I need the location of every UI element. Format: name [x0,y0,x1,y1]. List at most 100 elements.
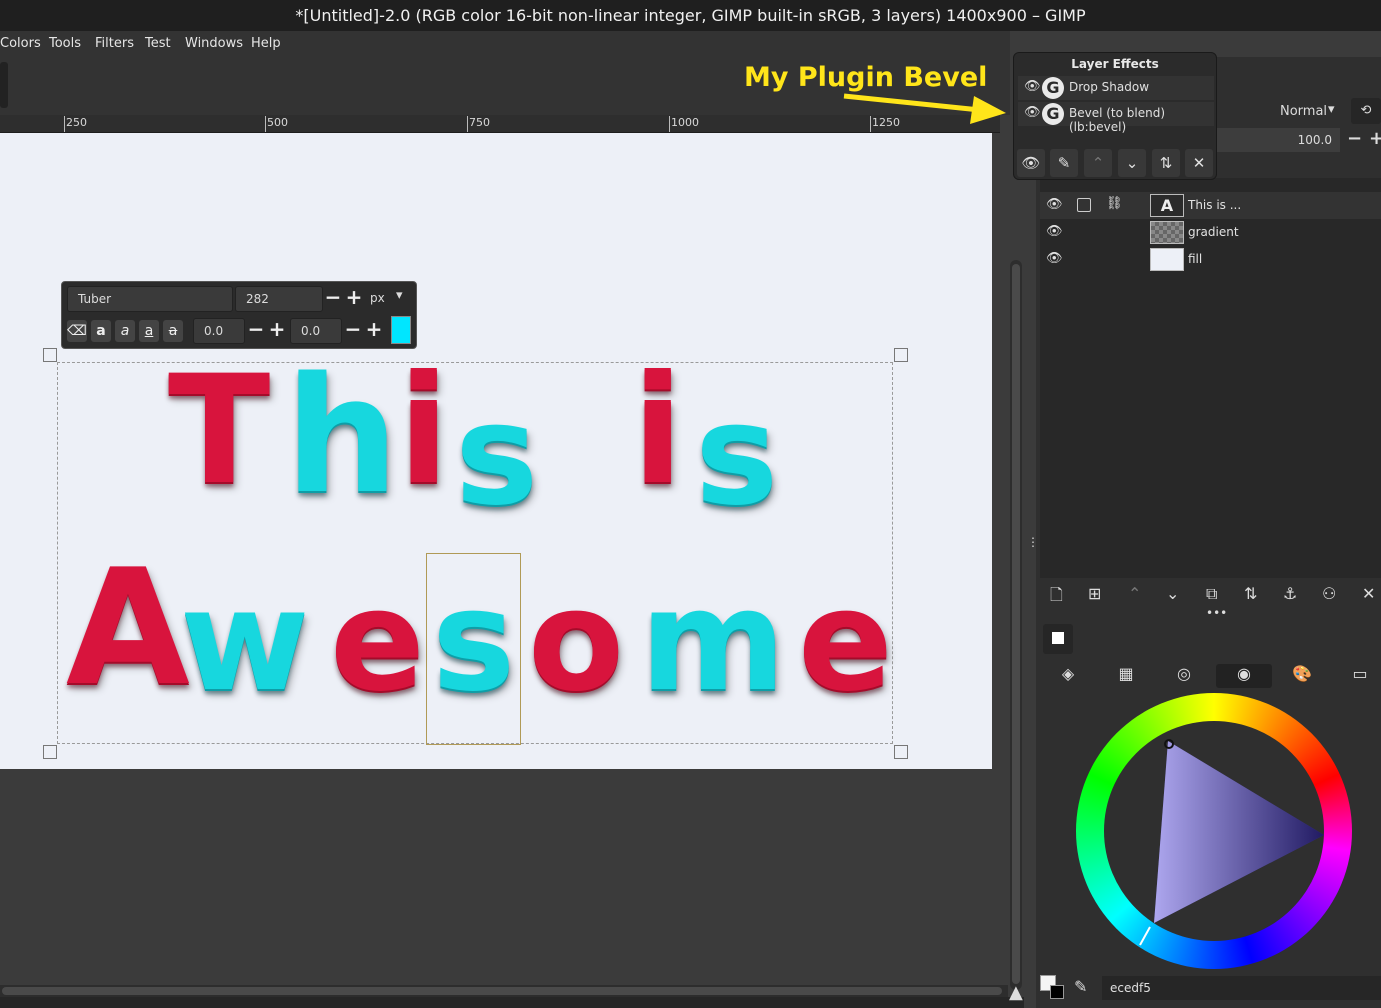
ruler-label: 500 [267,116,288,129]
merge-layer-icon[interactable]: ⇅ [1244,584,1257,603]
menu-help[interactable]: Help [251,36,281,51]
scrollbar-thumb[interactable] [2,987,1002,995]
bold-icon[interactable]: a [91,320,111,342]
horizontal-scrollbar[interactable] [0,985,1008,997]
menu-colors[interactable]: Colors [0,36,41,51]
opacity-field[interactable]: 100.0 [1216,128,1340,152]
menu-test[interactable]: Test [145,36,171,51]
minus-icon[interactable]: − [1347,128,1362,149]
raise-layer-icon[interactable]: ⌃ [1128,584,1141,603]
toggle-effects-icon[interactable]: 👁 [1017,149,1045,177]
dock-separator[interactable]: ⋮ [1024,57,1039,1008]
layer-name[interactable]: fill [1188,252,1202,266]
font-input[interactable]: Tuber [67,286,233,312]
merge-effects-icon[interactable]: ⇅ [1152,149,1180,177]
canvas-letter: s [432,560,520,723]
text-layer-icon: A [1150,194,1184,217]
vertical-scrollbar[interactable] [1010,260,1022,990]
canvas-letter: s [455,374,543,537]
italic-icon[interactable]: a [115,320,135,342]
fg-bg-mini-icon[interactable] [1043,624,1073,654]
navigate-icon[interactable]: ▲ [1009,982,1023,1003]
menu-filters[interactable]: Filters [95,36,134,51]
visibility-eye-icon[interactable]: 👁 [1046,197,1063,212]
layer-mode-select[interactable]: Normal [1280,104,1327,119]
plus-icon[interactable]: + [1369,128,1381,149]
raise-effect-icon[interactable]: ⌃ [1084,149,1112,177]
menu-windows[interactable]: Windows [185,36,243,51]
visibility-eye-icon[interactable]: 👁 [1046,251,1063,266]
unit-label[interactable]: px [370,291,385,305]
effect-row[interactable]: 👁 G Bevel (to blend) (lb:bevel) [1018,102,1214,134]
scales-icon[interactable]: ◎ [1156,664,1212,688]
strikethrough-icon[interactable]: a [163,320,183,342]
ruler-tick [669,116,670,132]
menu-tools[interactable]: Tools [49,36,81,51]
scrollbar-thumb[interactable] [1012,264,1020,984]
palette-icon[interactable]: 🎨 [1274,664,1330,688]
visibility-eye-icon[interactable]: 👁 [1024,105,1041,120]
clear-style-icon[interactable]: ⌫ [67,320,87,342]
layer-thumbnail [1150,221,1184,244]
layer-row[interactable]: 👁 ⛓ A This is ... [1040,192,1381,219]
resize-handle[interactable] [43,348,57,362]
triangle-shade [1154,741,1324,923]
effect-row[interactable]: 👁 G Drop Shadow [1018,76,1214,100]
baseline-input[interactable]: 0.0 [193,318,245,344]
visibility-eye-icon[interactable]: 👁 [1024,79,1041,94]
hex-input[interactable]: ecedf5 [1102,976,1381,1000]
more-icon[interactable]: ••• [1206,606,1227,620]
reset-mode-icon[interactable]: ⟲ [1351,98,1381,124]
effect-name: Drop Shadow [1069,80,1150,94]
gegl-icon: G [1042,77,1064,99]
underline-icon[interactable]: a [139,320,159,342]
new-group-icon[interactable]: ⊞ [1088,584,1101,603]
window-title: *[Untitled]-2.0 (RGB color 16-bit non-li… [0,0,1381,31]
duplicate-layer-icon[interactable]: ⧉ [1206,584,1217,604]
colors-header [1040,622,1381,656]
edit-effect-icon[interactable]: ✎ [1050,149,1078,177]
canvas-letter: A [66,534,194,721]
hue-marker[interactable] [1139,926,1151,946]
link-checkbox[interactable] [1077,198,1091,212]
layer-name[interactable]: This is ... [1188,198,1241,212]
bg-color-swatch[interactable] [1050,985,1064,999]
cmyk-icon[interactable]: ▦ [1098,664,1154,688]
resize-handle[interactable] [43,745,57,759]
minus-icon[interactable]: − [343,318,363,342]
canvas-letter: m [640,560,790,723]
chevron-down-icon[interactable]: ▾ [396,288,403,303]
layer-name[interactable]: gradient [1188,225,1239,239]
new-layer-icon[interactable]: 🗋 [1050,584,1063,611]
gimp-selector-icon[interactable]: ◈ [1040,664,1096,688]
wheel-selector-icon[interactable]: ◉ [1216,664,1272,688]
delete-effect-icon[interactable]: ✕ [1185,149,1213,177]
font-size-input[interactable]: 282 [235,286,323,312]
layer-row[interactable]: 👁 fill [1040,246,1381,273]
plus-icon[interactable]: + [344,286,364,310]
plus-icon[interactable]: + [267,318,287,342]
plus-icon[interactable]: + [364,318,384,342]
layers-list: 👁 ⛓ A This is ... 👁 gradient 👁 fill [1040,178,1381,578]
visibility-eye-icon[interactable]: 👁 [1046,224,1063,239]
anchor-icon[interactable]: ⚓ [1283,584,1297,603]
lower-layer-icon[interactable]: ⌄ [1166,584,1179,603]
color-triangle[interactable] [1076,693,1352,969]
resize-handle[interactable] [894,348,908,362]
color-picker-icon[interactable]: ✎ [1074,977,1087,996]
watercolor-icon[interactable]: ▭ [1332,664,1381,688]
text-color-swatch[interactable] [391,316,411,344]
layer-effects-popup: Layer Effects 👁 G Drop Shadow 👁 G Bevel … [1013,52,1217,180]
canvas-letter: e [798,560,897,723]
opacity-row: 100.0 − + [1216,128,1381,152]
resize-handle[interactable] [894,745,908,759]
kerning-input[interactable]: 0.0 [290,318,342,344]
layer-row[interactable]: 👁 gradient [1040,219,1381,246]
minus-icon[interactable]: − [246,318,266,342]
lock-chain-icon[interactable]: ⛓ [1106,196,1123,211]
mask-icon[interactable]: ⚇ [1322,584,1336,603]
chevron-down-icon[interactable]: ▾ [1328,102,1335,117]
lower-effect-icon[interactable]: ⌄ [1118,149,1146,177]
delete-layer-icon[interactable]: ✕ [1362,584,1375,603]
minus-icon[interactable]: − [323,286,343,310]
